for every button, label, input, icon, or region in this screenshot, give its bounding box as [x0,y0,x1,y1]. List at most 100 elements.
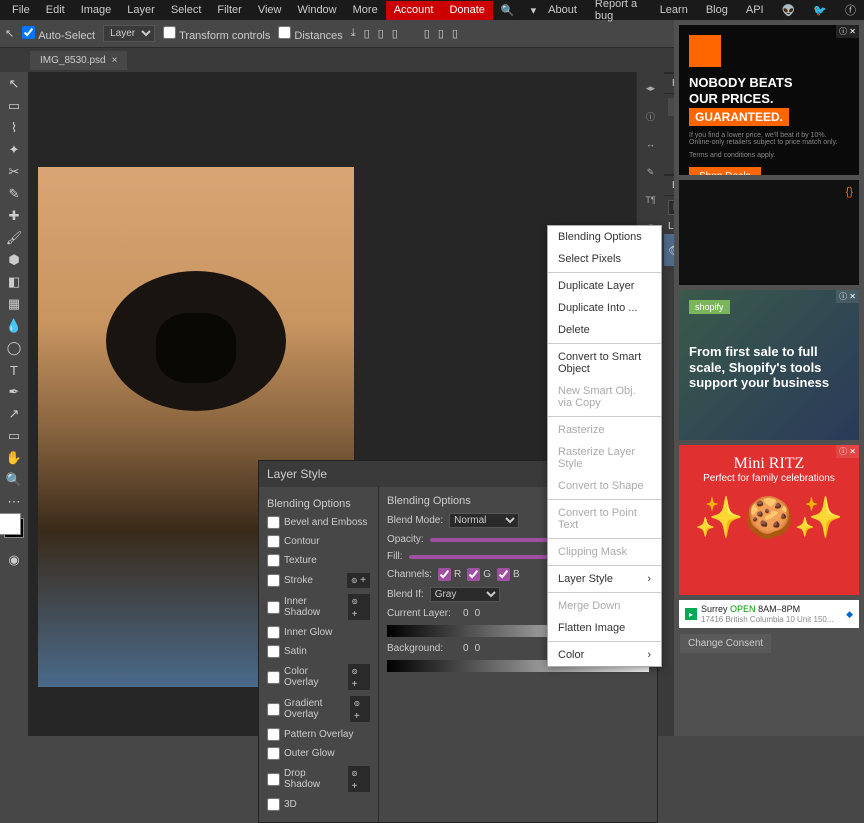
search-icon[interactable]: 🔍 [493,1,523,20]
style-pattern-overlay[interactable]: Pattern Overlay [267,725,370,744]
ctx-flatten-image[interactable]: Flatten Image [548,617,661,639]
style-texture[interactable]: Texture [267,551,370,570]
eraser-tool[interactable]: ◧ [3,272,25,292]
distribute-icon[interactable]: ▯ [424,27,430,40]
brush-tool[interactable]: 🖌 [3,228,25,248]
style-gradient-overlay[interactable]: Gradient Overlay๏ + [267,693,370,725]
style-contour[interactable]: Contour [267,532,370,551]
link-report-bug[interactable]: Report a bug [591,0,646,25]
swatches-panel-icon[interactable]: ↔ [640,133,662,155]
eyedropper-tool[interactable]: ✎ [3,184,25,204]
shape-tool[interactable]: ▭ [3,426,25,446]
add-effect-icon[interactable]: ๏ + [348,594,370,620]
ctx-duplicate-into-[interactable]: Duplicate Into ... [548,297,661,319]
more-tools[interactable]: ⋯ [3,492,25,512]
add-effect-icon[interactable]: ๏ + [350,696,370,722]
wand-tool[interactable]: ✦ [3,140,25,160]
menu-edit[interactable]: Edit [38,1,73,20]
align-right-icon[interactable]: ▯ [392,27,398,40]
close-tab-icon[interactable]: × [112,55,118,66]
move-tool-icon[interactable]: ↖ [5,27,14,40]
distribute-icon-3[interactable]: ▯ [452,27,458,40]
ad-home-depot[interactable]: ⓘ ✕ NOBODY BEATS OUR PRICES. GUARANTEED.… [679,25,859,175]
style-bevel-and-emboss[interactable]: Bevel and Emboss [267,513,370,532]
lasso-tool[interactable]: ⌇ [3,118,25,138]
twitter-icon[interactable]: 🐦 [809,1,831,20]
hand-tool[interactable]: ✋ [3,448,25,468]
ad-close-icon[interactable]: ⓘ ✕ [836,25,859,38]
ad-ritz[interactable]: ⓘ ✕ Mini RITZ Perfect for family celebra… [679,445,859,595]
collapse-icon[interactable]: ◂▸ [640,77,662,99]
character-panel-icon[interactable]: T¶ [640,189,662,211]
menu-donate[interactable]: Donate [441,1,492,20]
info-panel-icon[interactable]: ⓘ [640,105,662,127]
directions-icon[interactable]: ◆ [846,609,853,620]
ctx-blending-options[interactable]: Blending Options [548,226,661,248]
style-stroke[interactable]: Stroke๏ + [267,570,370,591]
gradient-tool[interactable]: ▦ [3,294,25,314]
style-outer-glow[interactable]: Outer Glow [267,744,370,763]
channel-g[interactable]: G [467,568,491,581]
dodge-tool[interactable]: ◯ [3,338,25,358]
quickmask-tool[interactable]: ◉ [3,550,25,570]
distances-checkbox[interactable]: Distances [278,26,342,42]
ad-blank[interactable]: {} [679,180,859,285]
facebook-icon[interactable]: ⓕ [841,0,860,21]
type-tool[interactable]: T [3,360,25,380]
style--d[interactable]: 3D [267,795,370,814]
move-tool[interactable]: ↖ [3,74,25,94]
channel-r[interactable]: R [438,568,461,581]
link-about[interactable]: About [544,1,581,19]
pen-tool[interactable]: ✒ [3,382,25,402]
channel-b[interactable]: B [497,568,520,581]
style-inner-shadow[interactable]: Inner Shadow๏ + [267,591,370,623]
link-learn[interactable]: Learn [656,1,692,19]
distribute-icon-2[interactable]: ▯ [438,27,444,40]
ad-close-icon[interactable]: ⓘ ✕ [836,445,859,458]
autoselect-target-select[interactable]: Layer [103,25,155,42]
autoselect-checkbox[interactable]: Auto-Select [22,26,95,42]
stamp-tool[interactable]: ⬢ [3,250,25,270]
brush-panel-icon[interactable]: ✎ [640,161,662,183]
align-left-icon[interactable]: ▯ [364,27,370,40]
menu-file[interactable]: File [4,1,38,20]
menu-account[interactable]: Account [386,1,442,20]
style-drop-shadow[interactable]: Drop Shadow๏ + [267,763,370,795]
menu-layer[interactable]: Layer [119,1,163,20]
menu-window[interactable]: Window [290,1,345,20]
style-color-overlay[interactable]: Color Overlay๏ + [267,661,370,693]
ad-shopify[interactable]: ⓘ ✕ shopify From first sale to full scal… [679,290,859,440]
menu-more[interactable]: More [345,1,386,20]
ctx-duplicate-layer[interactable]: Duplicate Layer [548,275,661,297]
healing-tool[interactable]: ✚ [3,206,25,226]
menu-select[interactable]: Select [163,1,210,20]
align-center-icon[interactable]: ▯ [378,27,384,40]
blendif-select[interactable]: Gray [430,587,500,602]
style-satin[interactable]: Satin [267,642,370,661]
style-inner-glow[interactable]: Inner Glow [267,623,370,642]
menu-image[interactable]: Image [73,1,120,20]
ctx-convert-to-smart-object[interactable]: Convert to Smart Object [548,346,661,380]
zoom-tool[interactable]: 🔍 [3,470,25,490]
ad-cta-button[interactable]: Shop Deals [689,167,761,175]
transform-checkbox[interactable]: Transform controls [163,26,270,42]
ctx-select-pixels[interactable]: Select Pixels [548,248,661,270]
ctx-layer-style[interactable]: Layer Style [548,568,661,590]
link-blog[interactable]: Blog [702,1,732,19]
menu-filter[interactable]: Filter [209,1,249,20]
ad-location-info[interactable]: ▸ Surrey OPEN 8AM–8PM 17416 British Colu… [679,600,859,628]
menu-view[interactable]: View [250,1,290,20]
ctx-color[interactable]: Color [548,644,661,666]
path-tool[interactable]: ↗ [3,404,25,424]
ad-close-icon[interactable]: ⓘ ✕ [836,290,859,303]
add-effect-icon[interactable]: ๏ + [347,573,370,588]
reddit-icon[interactable]: 👽 [778,1,800,20]
blur-tool[interactable]: 💧 [3,316,25,336]
color-swatches[interactable] [4,518,24,538]
crop-tool[interactable]: ✂ [3,162,25,182]
add-effect-icon[interactable]: ๏ + [348,664,370,690]
ctx-delete[interactable]: Delete [548,319,661,341]
link-api[interactable]: API [742,1,768,19]
marquee-tool[interactable]: ▭ [3,96,25,116]
menu-dropdown-icon[interactable]: ▾ [523,1,545,20]
